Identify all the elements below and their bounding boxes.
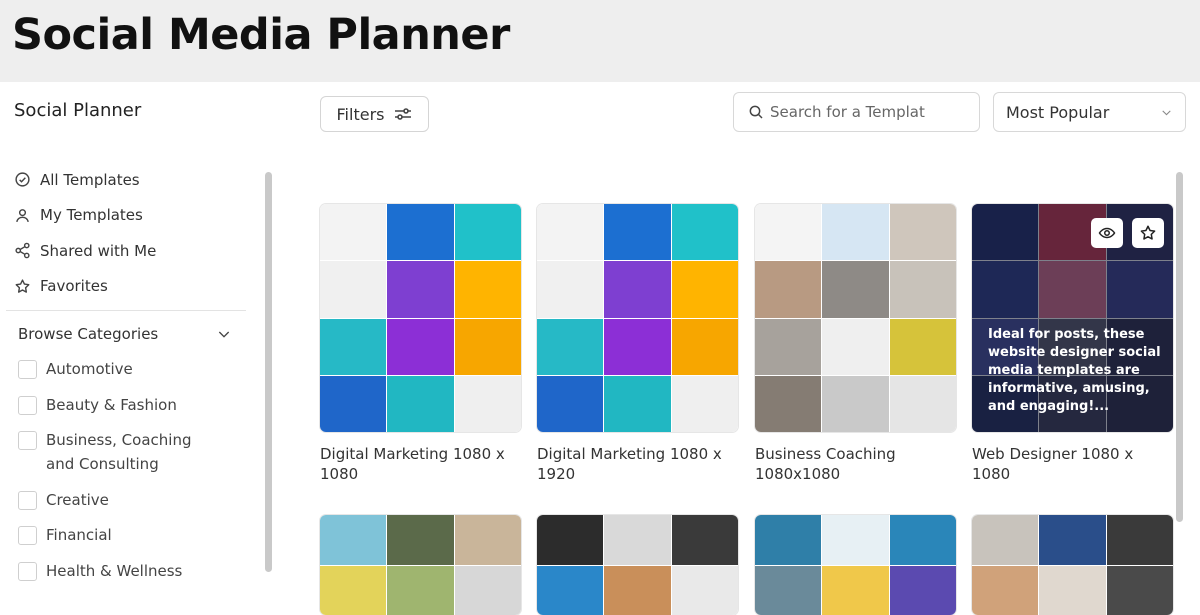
filters-button[interactable]: Filters [320,96,429,132]
template-title: Business Coaching 1080x1080 [755,445,896,483]
thumbnail-mosaic [320,515,521,615]
sidebar-item-label: Shared with Me [40,241,157,260]
template-description: Ideal for posts, these website designer … [988,327,1161,414]
template-thumbnail[interactable] [755,515,956,615]
template-thumbnail[interactable] [320,204,521,432]
sidebar-item-favorites[interactable]: Favorites [14,269,244,305]
chevron-down-icon [1162,109,1171,115]
page-banner: Social Media Planner [0,0,1200,82]
sidebar-item-label: Favorites [40,277,108,296]
sort-selected-value: Most Popular [1006,102,1110,122]
star-icon [1140,225,1156,240]
chevron-down-icon [218,331,230,338]
category-checkbox[interactable] [18,395,37,415]
template-thumbnail[interactable] [537,204,738,432]
template-title: Digital Marketing 1080 x 1080 [320,445,505,483]
category-label: Business, Coaching and Consulting [46,431,192,473]
template-card[interactable] [755,515,956,615]
thumbnail-mosaic [755,204,956,432]
browse-categories-label: Browse Categories [18,325,159,343]
template-card[interactable] [320,515,521,615]
sidebar-divider [6,310,246,311]
category-checkbox[interactable] [18,490,37,510]
sidebar-item-label: My Templates [40,206,143,225]
thumbnail-mosaic [755,515,956,615]
template-thumbnail[interactable] [320,515,521,615]
template-card-digital-marketing-1080[interactable]: Digital Marketing 1080 x 1080 [320,204,521,484]
category-checkbox[interactable] [18,526,37,545]
template-thumbnail[interactable] [537,515,738,615]
sidebar-item-my-templates[interactable]: My Templates [14,198,244,234]
category-health-wellness[interactable]: Health & Wellness [18,559,248,583]
template-search[interactable] [733,92,980,132]
preview-button[interactable] [1091,218,1123,248]
template-thumbnail[interactable] [755,204,956,432]
category-list: Automotive Beauty & Fashion Business, Co… [18,357,248,594]
sidebar-item-shared-with-me[interactable]: Shared with Me [14,233,244,269]
star-icon [15,279,30,293]
banner-title: Social Media Planner [12,10,510,60]
category-financial[interactable]: Financial [18,523,248,547]
filters-label: Filters [336,104,385,124]
category-label: Beauty & Fashion [46,395,177,414]
category-checkbox[interactable] [18,561,37,581]
template-card[interactable] [537,515,738,615]
search-input[interactable] [770,103,970,121]
search-icon [749,105,763,119]
template-card[interactable] [972,515,1173,615]
category-checkbox[interactable] [18,431,37,450]
category-automotive[interactable]: Automotive [18,357,248,381]
category-label: Health & Wellness [46,561,183,580]
template-card-web-designer[interactable]: Ideal for posts, these website designer … [972,204,1173,484]
thumbnail-mosaic [320,204,521,432]
category-creative[interactable]: Creative [18,488,248,512]
content-scrollbar[interactable] [1176,172,1183,522]
sidebar-nav: All Templates My Templates Shared with M… [14,162,244,304]
thumbnail-mosaic [537,515,738,615]
template-card-business-coaching[interactable]: Business Coaching 1080x1080 [755,204,956,484]
template-title: Digital Marketing 1080 x 1920 [537,445,722,483]
category-label: Creative [46,490,109,509]
app-window: Social Planner All Templates My Template… [0,82,1200,615]
check-circle-icon [15,172,30,187]
favorite-button[interactable] [1132,218,1164,248]
thumbnail-mosaic [537,204,738,432]
thumbnail-mosaic [972,515,1173,615]
category-label: Automotive [46,360,133,378]
eye-icon [1098,227,1116,239]
category-label: Financial [46,526,112,544]
category-beauty-fashion[interactable]: Beauty & Fashion [18,393,248,417]
template-card-digital-marketing-1920[interactable]: Digital Marketing 1080 x 1920 [537,204,738,484]
sliders-icon [395,108,412,120]
category-checkbox[interactable] [18,360,37,379]
sort-dropdown[interactable]: Most Popular [993,92,1186,132]
sidebar-scrollbar[interactable] [265,172,272,572]
user-icon [16,208,29,222]
sidebar-item-label: All Templates [40,170,140,189]
browse-categories-toggle[interactable]: Browse Categories [18,325,232,343]
template-thumbnail[interactable] [972,515,1173,615]
category-business-coaching[interactable]: Business, Coaching and Consulting [18,428,248,476]
sidebar-item-all-templates[interactable]: All Templates [14,162,244,198]
template-thumbnail[interactable]: Ideal for posts, these website designer … [972,204,1173,432]
sidebar-title: Social Planner [14,100,142,121]
template-title: Web Designer 1080 x 1080 [972,445,1134,483]
share-icon [15,242,30,259]
